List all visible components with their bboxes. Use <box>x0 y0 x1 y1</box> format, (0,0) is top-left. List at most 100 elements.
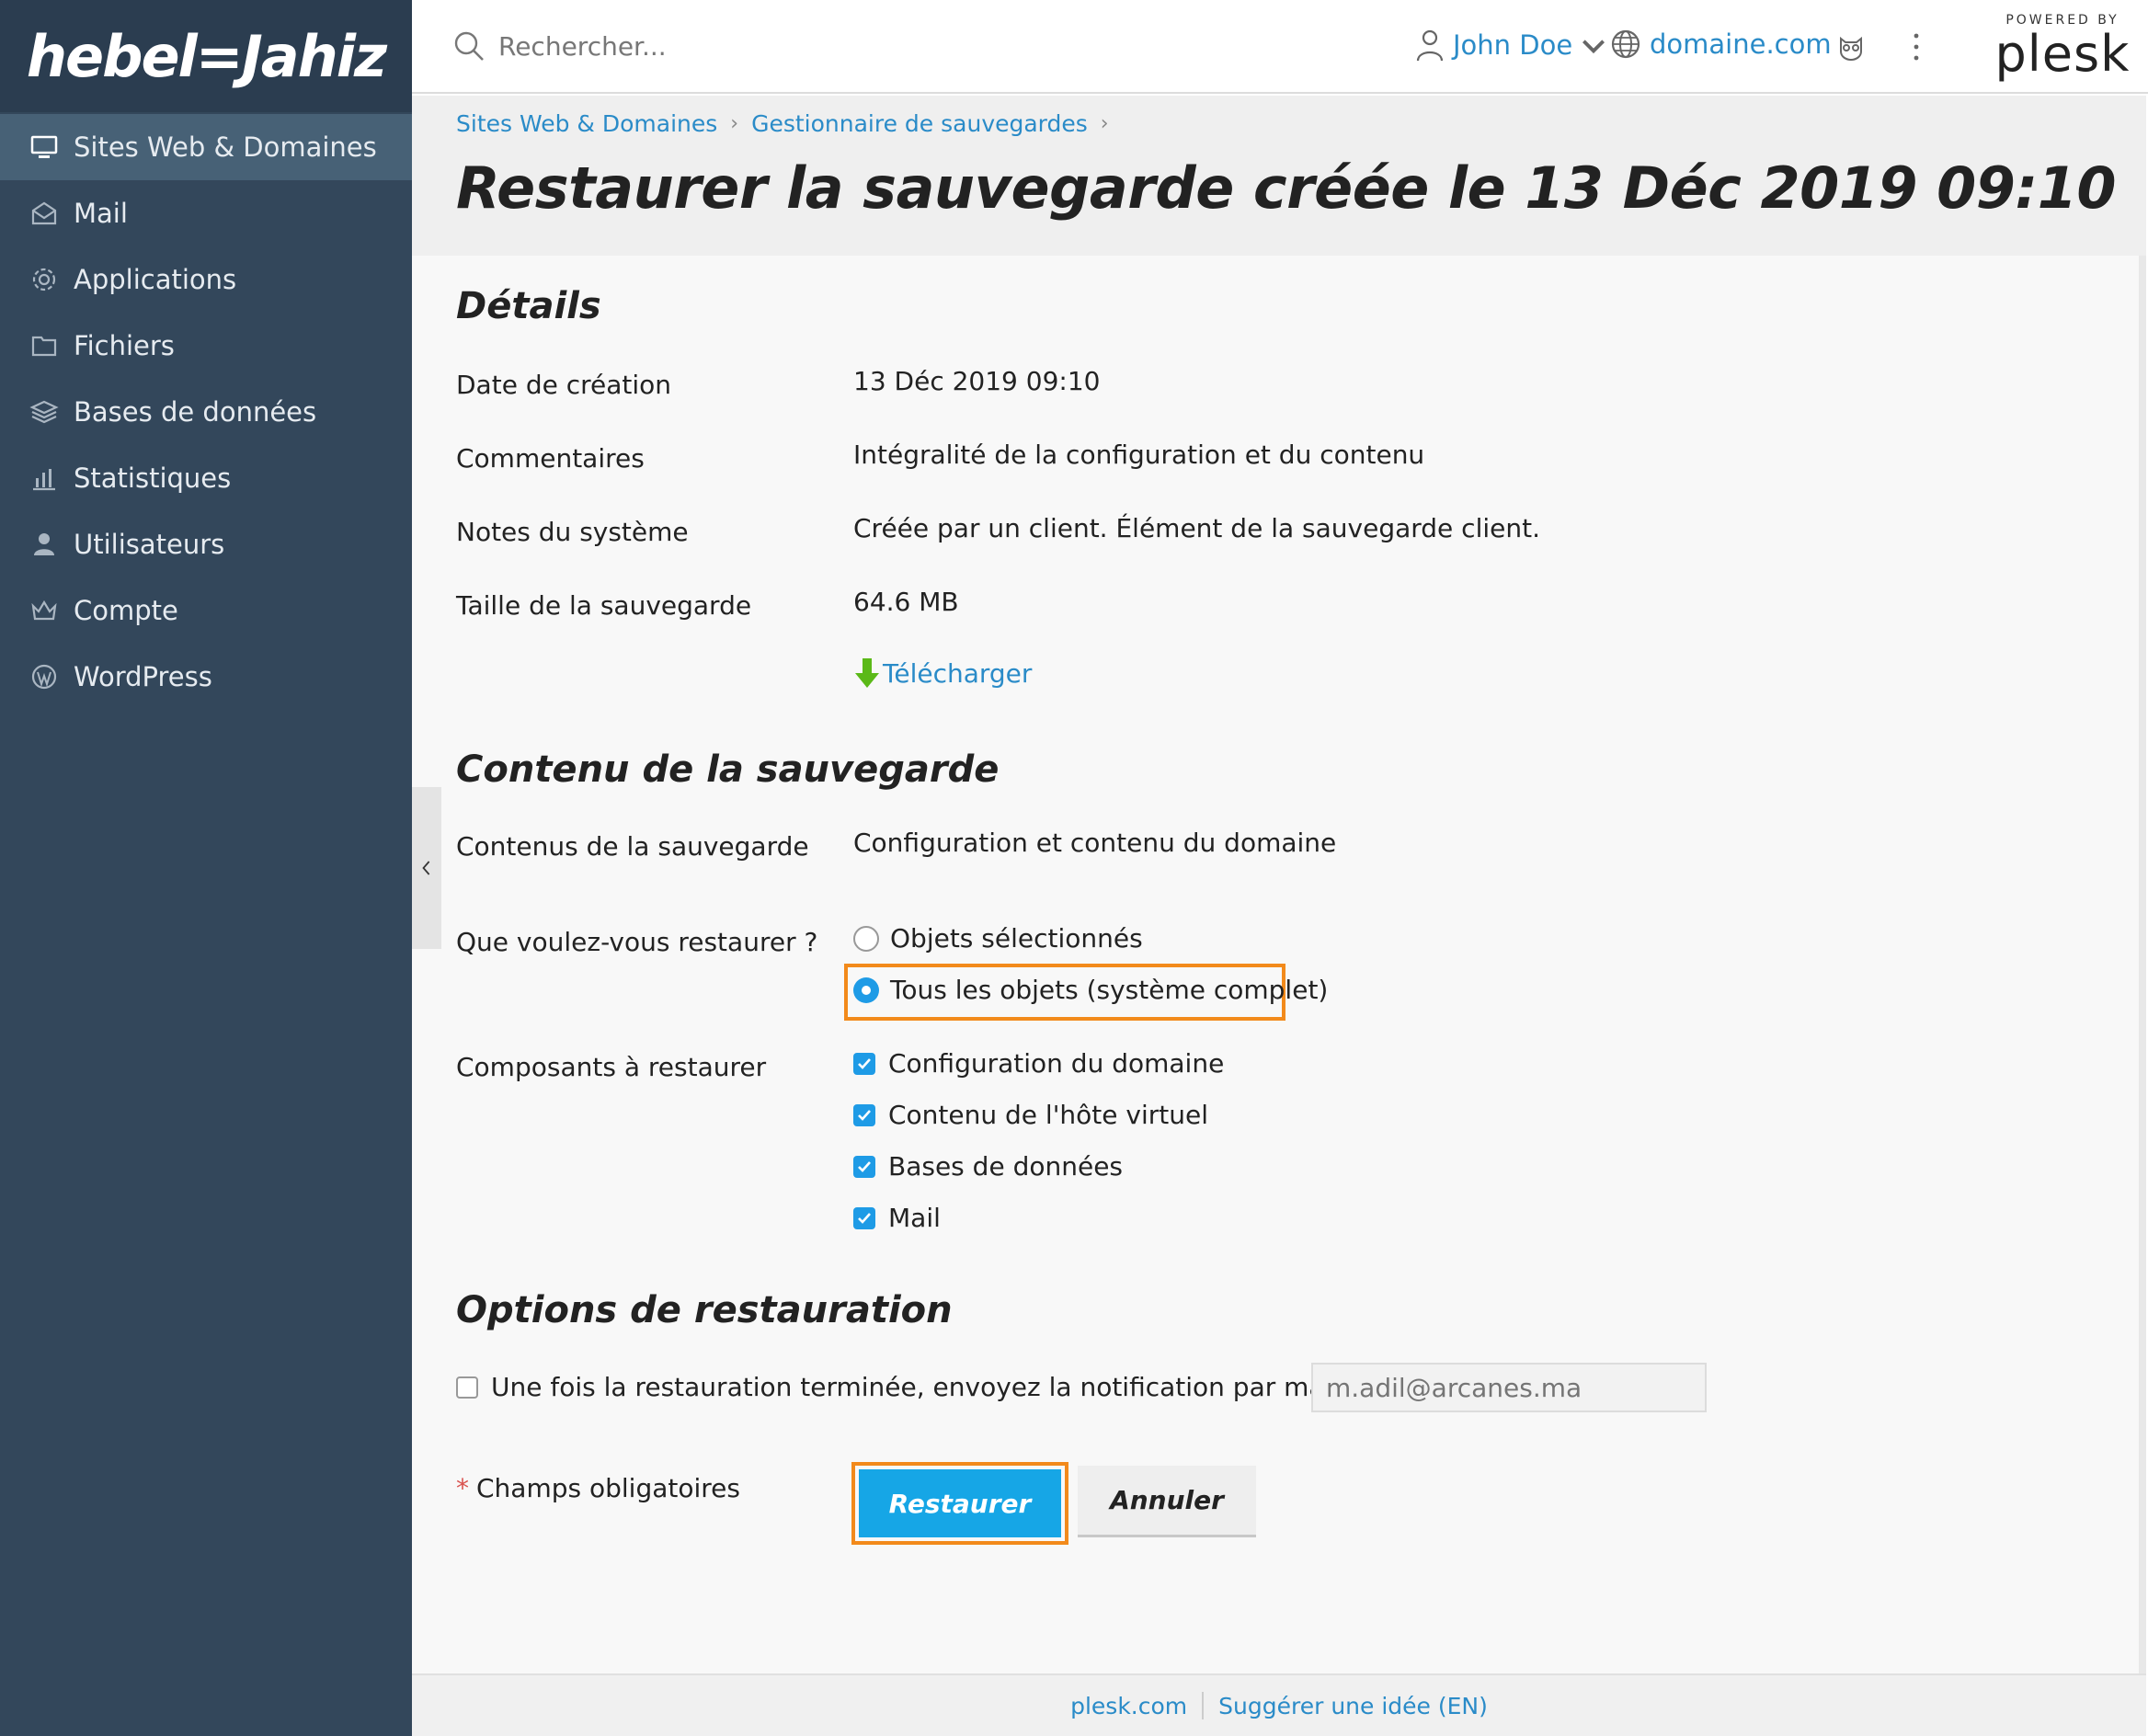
plesk-wordmark: plesk <box>1994 25 2131 83</box>
checkmark-icon <box>858 1109 871 1121</box>
sidebar-item-label: Statistiques <box>74 463 232 494</box>
main-content: Détails Date de création 13 Déc 2019 09:… <box>412 256 2146 1673</box>
sidebar-item-databases[interactable]: Bases de données <box>0 379 412 445</box>
sidebar-item-users[interactable]: Utilisateurs <box>0 511 412 577</box>
sidebar-item-label: Compte <box>74 595 178 626</box>
detail-value-notes: Créée par un client. Élément de la sauve… <box>853 513 1540 543</box>
topbar: John Doe domaine.com POWERED BY plesk <box>412 0 2148 94</box>
section-title-restore-options: Options de restauration <box>456 1289 953 1331</box>
page-title: Restaurer la sauvegarde créée le 13 Déc … <box>456 154 2117 222</box>
sidebar-item-files[interactable]: Fichiers <box>0 313 412 379</box>
radio-button-selected[interactable] <box>853 976 879 1003</box>
sidebar-item-label: Sites Web & Domaines <box>74 131 377 163</box>
sidebar-nav: Sites Web & Domaines Mail Applications F… <box>0 114 412 710</box>
sidebar-item-label: Fichiers <box>74 330 175 361</box>
folder-icon <box>28 329 61 362</box>
checkbox-checked[interactable] <box>853 1052 875 1075</box>
sidebar-item-applications[interactable]: Applications <box>0 246 412 313</box>
download-link[interactable]: Télécharger <box>853 657 1032 690</box>
radio-selected-objects[interactable]: Objets sélectionnés <box>853 923 1143 954</box>
breadcrumb-item-websites[interactable]: Sites Web & Domaines <box>456 110 717 137</box>
wordpress-icon <box>28 660 61 693</box>
notify-checkbox[interactable] <box>456 1376 478 1399</box>
checkmark-icon <box>858 1160 871 1172</box>
monitor-icon <box>28 131 61 164</box>
checkbox-checked[interactable] <box>853 1103 875 1126</box>
detail-label: Taille de la sauvegarde <box>456 590 752 621</box>
sidebar-item-statistics[interactable]: Statistiques <box>0 445 412 511</box>
search-icon <box>452 29 486 63</box>
sidebar-item-label: Utilisateurs <box>74 529 225 560</box>
scrollbar[interactable] <box>2139 256 2146 1673</box>
domain-selector[interactable]: domaine.com <box>1609 28 1832 61</box>
domain-name: domaine.com <box>1650 29 1832 60</box>
detail-label: Date de création <box>456 370 672 400</box>
sidebar-item-mail[interactable]: Mail <box>0 180 412 246</box>
detail-label: Commentaires <box>456 443 645 474</box>
owl-icon[interactable] <box>1835 31 1867 63</box>
database-icon <box>28 395 61 428</box>
checkbox-domain-config[interactable]: Configuration du domaine <box>853 1048 1224 1079</box>
globe-icon <box>1611 29 1640 59</box>
detail-value-size: 64.6 MB <box>853 587 959 617</box>
logo-text: hebel=Jahiz <box>26 22 387 90</box>
radio-all-objects[interactable]: Tous les objets (système complet) <box>853 975 1328 1005</box>
gear-icon <box>28 263 61 296</box>
section-title-details: Détails <box>456 285 601 327</box>
sidebar-item-wordpress[interactable]: WordPress <box>0 644 412 710</box>
plesk-logo[interactable]: POWERED BY plesk <box>1994 13 2131 81</box>
brand-logo[interactable]: hebel=Jahiz <box>0 0 412 112</box>
more-menu-icon[interactable] <box>1911 29 1922 64</box>
chart-icon <box>28 462 61 495</box>
checkbox-label: Contenu de l'hôte virtuel <box>888 1100 1208 1130</box>
components-label: Composants à restaurer <box>456 1052 767 1082</box>
search-input[interactable] <box>498 26 1050 66</box>
footer-link-plesk[interactable]: plesk.com <box>1070 1693 1187 1719</box>
radio-label: Objets sélectionnés <box>890 923 1143 954</box>
sidebar-item-label: Mail <box>74 198 128 229</box>
breadcrumb-item-backup-manager[interactable]: Gestionnaire de sauvegardes <box>751 110 1088 137</box>
user-menu[interactable]: John Doe <box>1414 28 1617 63</box>
chevron-left-icon <box>422 861 430 875</box>
sidebar-item-label: Applications <box>74 264 237 295</box>
cancel-button[interactable]: Annuler <box>1078 1466 1256 1537</box>
sidebar-item-account[interactable]: Compte <box>0 577 412 644</box>
mail-icon <box>28 197 61 230</box>
chevron-right-icon: › <box>730 112 739 135</box>
required-note: * Champs obligatoires <box>456 1473 740 1503</box>
required-asterisk: * <box>456 1473 469 1503</box>
sidebar-item-label: WordPress <box>74 661 212 692</box>
checkbox-vhost-content[interactable]: Contenu de l'hôte virtuel <box>853 1100 1208 1130</box>
radio-button[interactable] <box>853 925 879 952</box>
checkbox-label: Bases de données <box>888 1151 1124 1182</box>
sidebar-item-label: Bases de données <box>74 396 317 428</box>
breadcrumb: Sites Web & Domaines › Gestionnaire de s… <box>456 110 1122 137</box>
notify-email-input[interactable] <box>1311 1363 1707 1412</box>
checkbox-databases[interactable]: Bases de données <box>853 1151 1123 1182</box>
sidebar-collapse-toggle[interactable] <box>412 787 441 949</box>
user-name: John Doe <box>1453 29 1573 61</box>
contents-label: Contenus de la sauvegarde <box>456 831 809 862</box>
download-arrow-icon <box>855 658 879 688</box>
section-title-contents: Contenu de la sauvegarde <box>456 748 1000 791</box>
required-label: Champs obligatoires <box>476 1473 740 1503</box>
user-icon <box>1416 29 1444 62</box>
footer-link-suggest[interactable]: Suggérer une idée (EN) <box>1218 1693 1488 1719</box>
sidebar-item-websites[interactable]: Sites Web & Domaines <box>0 114 412 180</box>
checkbox-mail[interactable]: Mail <box>853 1203 941 1233</box>
restore-button[interactable]: Restaurer <box>859 1469 1061 1537</box>
detail-value-comments: Intégralité de la configuration et du co… <box>853 440 1425 470</box>
chevron-right-icon: › <box>1100 112 1109 135</box>
detail-label: Notes du système <box>456 517 689 547</box>
footer: plesk.com Suggérer une idée (EN) <box>412 1673 2146 1736</box>
notify-option[interactable]: Une fois la restauration terminée, envoy… <box>456 1372 1363 1402</box>
page-header: Sites Web & Domaines › Gestionnaire de s… <box>412 96 2146 256</box>
checkmark-icon <box>858 1212 871 1224</box>
checkbox-checked[interactable] <box>853 1206 875 1229</box>
contents-value: Configuration et contenu du domaine <box>853 828 1337 858</box>
detail-value-date: 13 Déc 2019 09:10 <box>853 366 1101 396</box>
checkbox-checked[interactable] <box>853 1155 875 1178</box>
crown-icon <box>28 594 61 627</box>
checkbox-label: Configuration du domaine <box>888 1048 1225 1079</box>
checkmark-icon <box>858 1057 871 1069</box>
